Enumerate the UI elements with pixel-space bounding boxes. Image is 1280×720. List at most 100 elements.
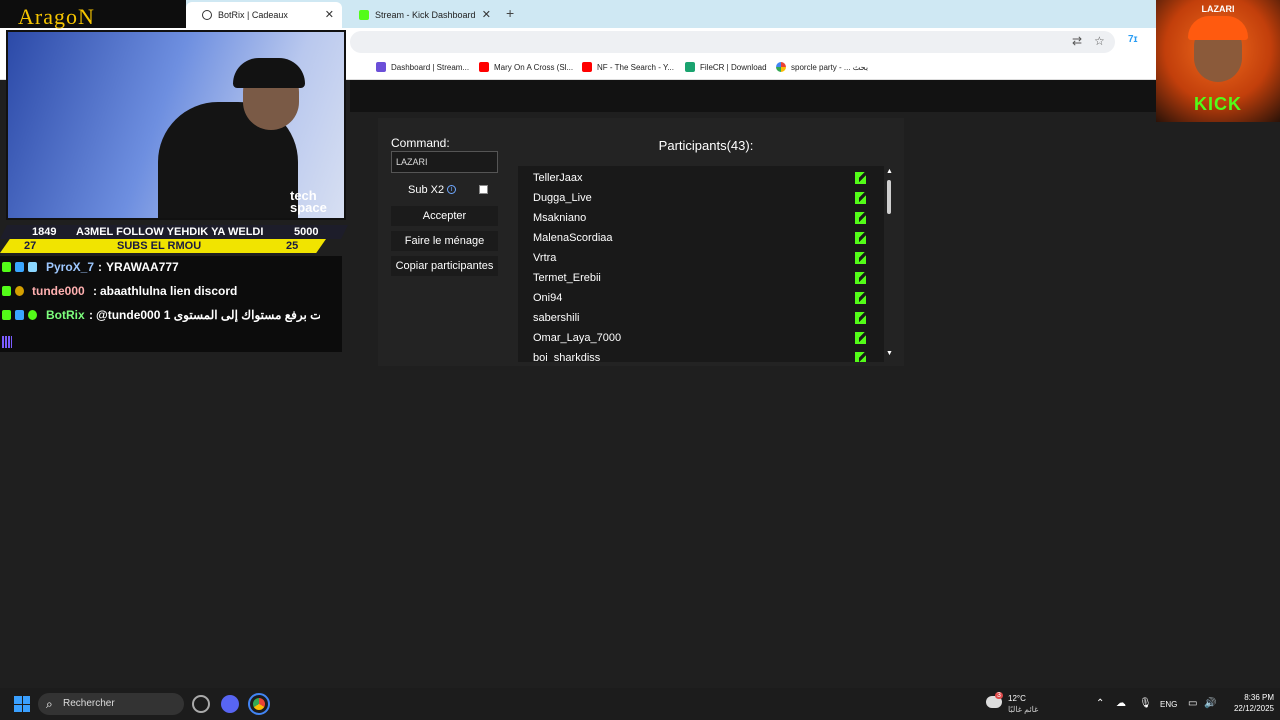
participant-name: sabershili (533, 312, 580, 324)
chat-message: BotRix : @tunde000 1 قمت برفع مستواك إلى… (0, 305, 342, 327)
bookmark-sporcle-party[interactable]: sporcle party - ... بحث (776, 62, 868, 72)
taskbar-search[interactable]: ⌕ Rechercher (38, 693, 184, 715)
scroll-up-icon[interactable]: ▲ (886, 168, 893, 175)
clock[interactable]: 8:36 PM 22/12/2025 (1222, 692, 1274, 714)
taskbar: ⌕ Rechercher 3 12°C غائم غالبًا ⌃ ☁ 🎙 EN… (0, 688, 1280, 720)
list-item: Vrtra (518, 248, 884, 268)
kick-icon (359, 10, 369, 20)
weather-badge: 3 (995, 692, 1003, 699)
bookmark-filecr[interactable]: FileCR | Download (685, 62, 767, 72)
subscriber-badge-icon (28, 262, 37, 272)
clock-time: 8:36 PM (1244, 693, 1274, 702)
language-indicator[interactable]: ENG (1160, 700, 1177, 709)
tab-botrix-cadeaux[interactable]: BotRix | Cadeaux ✕ (186, 2, 342, 28)
tab-label: Stream - Kick Dashboard (375, 10, 476, 20)
info-icon[interactable]: i (447, 185, 456, 194)
filecr-icon (685, 62, 695, 72)
participant-name: MalenaScordiaa (533, 232, 613, 244)
address-bar[interactable] (350, 31, 1115, 53)
bookmark-nf-the-search[interactable]: NF - The Search - Y... (582, 62, 674, 72)
participants-list[interactable]: TellerJaax Dugga_Live Msakniano MalenaSc… (518, 166, 884, 362)
list-item: boi_sharkdiss (518, 348, 884, 362)
kick-icon (855, 292, 866, 304)
bookmark-label: sporcle party - ... بحث (791, 62, 869, 72)
streamer-cap (233, 58, 305, 88)
clock-date: 22/12/2025 (1233, 704, 1274, 713)
youtube-icon (582, 62, 592, 72)
sub-target: 25 (286, 240, 299, 252)
webcam-feed: tech space (6, 30, 346, 220)
screen: BotRix | Cadeaux ✕ Stream - Kick Dashboa… (0, 0, 1280, 720)
kick-badge-icon (2, 262, 11, 272)
participant-name: Vrtra (533, 252, 557, 264)
close-icon[interactable]: ✕ (325, 8, 334, 21)
command-input[interactable] (391, 151, 498, 173)
onedrive-icon[interactable]: ☁ (1116, 698, 1126, 709)
promo-kick-logo: KICK (1194, 94, 1242, 114)
chat-username: tunde000 (32, 284, 85, 298)
command-label: Command: (391, 136, 450, 150)
brand-logo: AragoN (18, 4, 95, 29)
network-icon[interactable]: ▭ (1188, 698, 1197, 709)
accept-button[interactable]: Accepter (391, 206, 498, 226)
microphone-icon[interactable]: 🎙 (1139, 698, 1152, 709)
kick-icon (855, 352, 866, 362)
bookmark-dashboard[interactable]: Dashboard | Stream... (376, 62, 469, 72)
extension-icon[interactable]: 7ɪ (1128, 34, 1138, 45)
chat-text: YRAWAA777 (106, 260, 179, 274)
bookmark-mary-on-a-cross[interactable]: Mary On A Cross (Sl... (479, 62, 573, 72)
list-item: MalenaScordiaa (518, 228, 884, 248)
search-placeholder: Rechercher (63, 698, 115, 709)
chat-text: abaathlulna lien discord (100, 284, 238, 298)
task-view-icon[interactable] (192, 695, 210, 713)
translate-icon[interactable]: ⇄ (1072, 34, 1082, 48)
participant-name: TellerJaax (533, 172, 583, 184)
tab-label: BotRix | Cadeaux (218, 10, 288, 20)
kick-badge-icon (2, 310, 11, 320)
list-item: Oni94 (518, 288, 884, 308)
techspace-logo: tech space (290, 188, 327, 215)
weather-temp: 12°C (1008, 694, 1026, 703)
chevron-up-icon[interactable]: ⌃ (1096, 698, 1104, 709)
chat-text: @tunde000 1 قمت برفع مستواك إلى المستوى (96, 308, 320, 322)
follow-goal-bar: 1849 A3MEL FOLLOW YEHDIK YA WELDI 5000 (0, 225, 348, 239)
promo-name: LAZARI (1201, 4, 1235, 14)
chrome-icon[interactable] (248, 693, 270, 715)
participant-name: Oni94 (533, 292, 563, 304)
emote-badge-icon (15, 286, 24, 296)
chat-message: tunde000 : abaathlulna lien discord (0, 281, 342, 303)
kick-icon (855, 212, 866, 224)
scroll-thumb[interactable] (887, 180, 891, 214)
tab-kick-dashboard[interactable]: Stream - Kick Dashboard ✕ (343, 2, 499, 28)
follow-target: 5000 (294, 226, 319, 238)
youtube-icon (479, 62, 489, 72)
close-icon[interactable]: ✕ (482, 8, 491, 21)
list-item: Dugga_Live (518, 188, 884, 208)
sub-x2-label: Sub X2 (408, 184, 445, 196)
list-item: Msakniano (518, 208, 884, 228)
sub-count: 27 (24, 240, 37, 252)
audio-visualizer-icon (2, 336, 12, 348)
windows-start-icon[interactable] (14, 696, 30, 712)
kick-icon (855, 252, 866, 264)
kick-icon (855, 332, 866, 344)
participants-scrollbar[interactable]: ▲ ▼ (884, 166, 894, 362)
page-header (350, 80, 1156, 112)
list-item: Termet_Erebii (518, 268, 884, 288)
new-tab-icon[interactable]: + (506, 5, 514, 21)
scroll-down-icon[interactable]: ▼ (886, 350, 893, 357)
volume-icon[interactable]: 🔊 (1204, 698, 1216, 709)
star-icon[interactable]: ☆ (1094, 34, 1105, 48)
sub-goal-text: SUBS EL RMOU (117, 240, 202, 252)
chat-separator: : (98, 260, 102, 274)
clean-button[interactable]: Faire le ménage (391, 231, 498, 251)
kick-badge-icon (2, 286, 11, 296)
brand-bar: AragoN (0, 0, 186, 29)
chat-separator: : (93, 284, 97, 298)
participant-name: boi_sharkdiss (533, 352, 601, 362)
participant-name: Termet_Erebii (533, 272, 601, 284)
copy-participants-button[interactable]: Copiar participantes (391, 256, 498, 276)
sub-x2-checkbox[interactable] (479, 185, 488, 194)
list-item: sabershili (518, 308, 884, 328)
discord-icon[interactable] (221, 695, 239, 713)
